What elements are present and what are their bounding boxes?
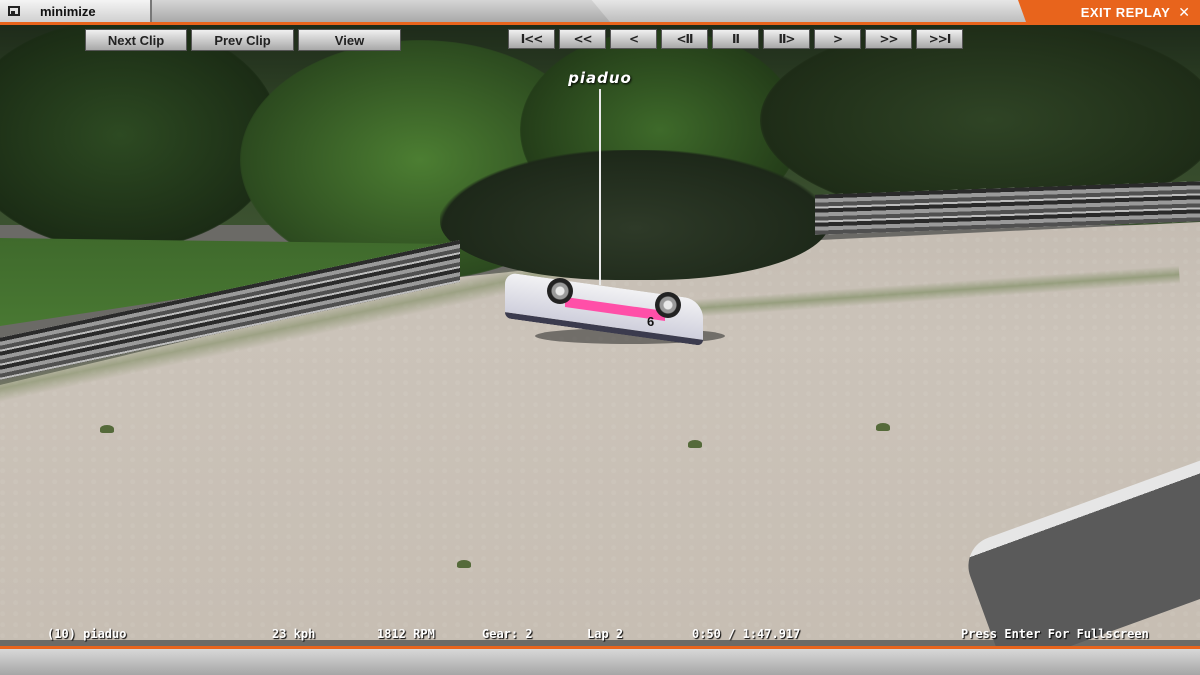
skip-to-end-button[interactable]: >>I (916, 29, 963, 49)
grass-tuft (876, 423, 890, 431)
replay-bottom-bar (0, 646, 1200, 675)
status-lap: Lap 2 (587, 627, 624, 641)
status-gear: Gear: 2 (482, 627, 533, 641)
step-back-button[interactable]: <II (661, 29, 708, 49)
skip-to-start-button[interactable]: I<< (508, 29, 555, 49)
driver-marker-line (599, 89, 601, 285)
step-forward-button[interactable]: II> (763, 29, 810, 49)
minimize-button[interactable]: minimize (0, 0, 152, 22)
wheel (547, 278, 573, 304)
replay-top-bar: minimize EXIT REPLAY ✕ (0, 0, 1200, 25)
grass-tuft (688, 440, 702, 448)
status-time: 0:50 / 1:47.917 (692, 627, 801, 641)
rewind-button[interactable]: < (610, 29, 657, 49)
close-x-icon: ✕ (1178, 4, 1190, 21)
status-speed: 23 kph (272, 627, 316, 641)
car-number: 6 (647, 314, 655, 329)
fullscreen-hint: Press Enter For Fullscreen (961, 627, 1149, 641)
grass-tuft (100, 425, 114, 433)
minimize-icon (8, 6, 20, 16)
grass-tuft (457, 560, 471, 568)
wheel (655, 292, 681, 318)
pause-button[interactable]: II (712, 29, 759, 49)
driver-name-tag: piaduo (568, 69, 632, 87)
next-clip-button[interactable]: Next Clip (85, 29, 187, 51)
play-button[interactable]: > (814, 29, 861, 49)
status-driver: (10) piaduo (47, 627, 127, 641)
upside-down-race-car: 6 (505, 272, 725, 346)
view-button[interactable]: View (298, 29, 401, 51)
minimize-label: minimize (40, 3, 96, 19)
fast-rewind-button[interactable]: << (559, 29, 606, 49)
fast-forward-button[interactable]: >> (865, 29, 912, 49)
status-rpm: 1812 RPM (377, 627, 435, 641)
exit-replay-button[interactable]: EXIT REPLAY ✕ (1018, 0, 1200, 25)
bush (440, 150, 830, 280)
prev-clip-button[interactable]: Prev Clip (191, 29, 294, 51)
exit-replay-label: EXIT REPLAY (1080, 5, 1171, 20)
top-bar-tab-shape (150, 0, 610, 22)
